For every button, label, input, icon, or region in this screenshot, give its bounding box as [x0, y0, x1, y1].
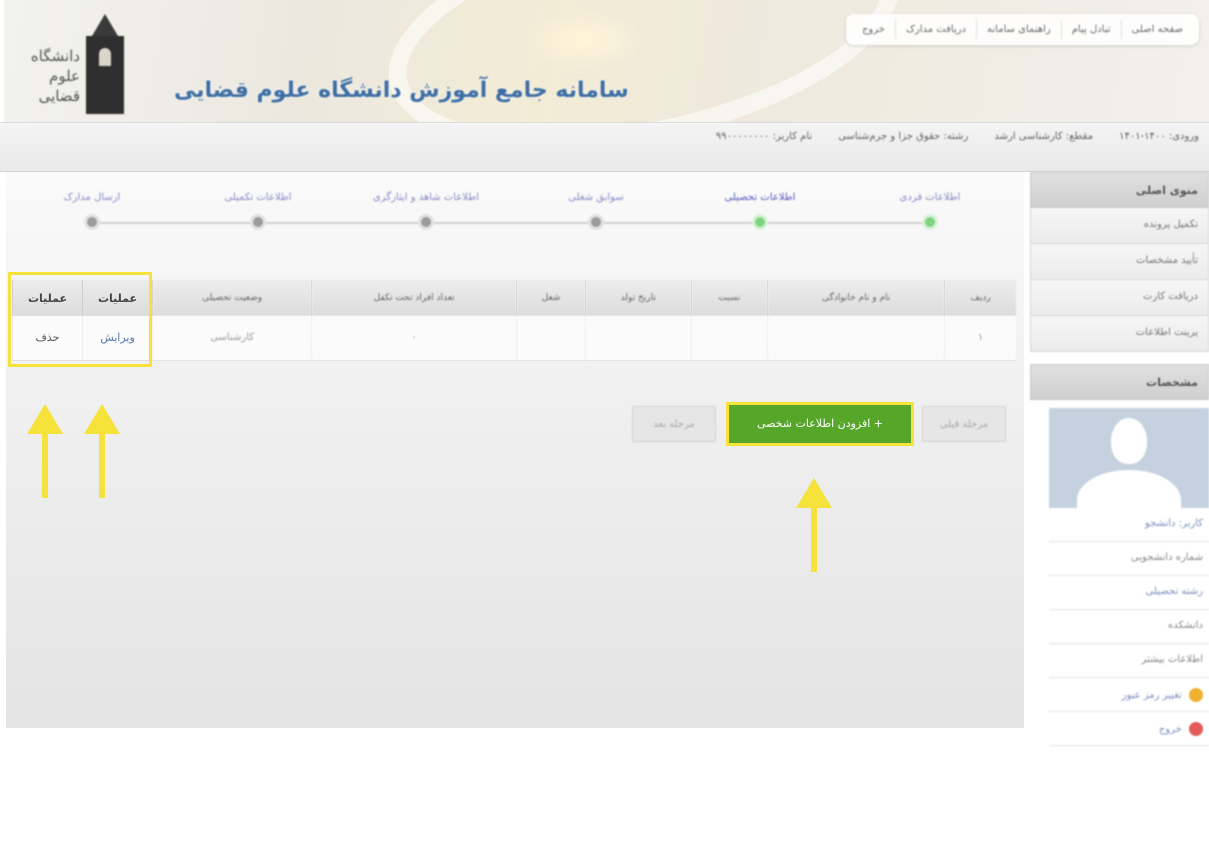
logout-link[interactable]: خروج — [1049, 712, 1209, 746]
sidebar: منوی اصلی تکمیل پرونده تأیید مشخصات دریا… — [1030, 172, 1209, 845]
main-panel: اطلاعات فردی اطلاعات تحصیلی سوابق شغلی ا… — [6, 172, 1024, 728]
table-row: حذف ویرایش کارشناسی ۰ ۱ — [12, 316, 1016, 361]
step-documents[interactable]: ارسال مدارک — [22, 192, 162, 230]
profile-line[interactable]: رشته تحصیلی — [1049, 576, 1209, 610]
profile-line: شماره دانشجویی — [1049, 542, 1209, 576]
sidebar-item[interactable]: تأیید مشخصات — [1030, 244, 1209, 280]
step-jobs[interactable]: سوابق شغلی — [526, 192, 666, 230]
table-header-row: عملیات عملیات وضعیت تحصیلی تعداد افراد ت… — [12, 280, 1016, 316]
profile-line[interactable]: کاربر: دانشجو — [1049, 508, 1209, 542]
step-pending-icon — [588, 214, 604, 230]
info-username: نام کاربر: ۹۹۰۰۰۰۰۰۰۰ — [715, 131, 813, 142]
nav-logout[interactable]: خروج — [852, 20, 895, 39]
add-personal-info-button[interactable]: + افزودن اطلاعات شخصی — [726, 402, 914, 446]
step-complete-icon — [922, 214, 938, 230]
table-cell — [690, 316, 768, 361]
annotation-arrow-icon — [25, 404, 65, 498]
column-header: تعداد افراد تحت تکفل — [311, 280, 517, 316]
registration-stepper: اطلاعات فردی اطلاعات تحصیلی سوابق شغلی ا… — [6, 182, 1024, 242]
logout-icon — [1189, 722, 1203, 736]
column-header: ردیف — [944, 280, 1016, 316]
table-cell — [766, 316, 945, 361]
user-info-bar: نام کاربر: ۹۹۰۰۰۰۰۰۰۰ رشته: حقوق جزا و ج… — [0, 122, 1209, 172]
step-pending-icon — [84, 214, 100, 230]
annotation-arrow-icon — [794, 478, 834, 572]
tower-logo-icon — [82, 14, 128, 114]
avatar — [1049, 408, 1209, 508]
nav-messages[interactable]: تبادل پیام — [1060, 20, 1121, 39]
header: دانشگاه علوم قضایی سامانه جامع آموزش دان… — [4, 0, 1209, 122]
profile-title: مشخصات — [1030, 364, 1209, 400]
nav-help[interactable]: راهنمای سامانه — [976, 20, 1061, 39]
profile-line: اطلاعات بیشتر — [1049, 644, 1209, 678]
sidebar-item[interactable]: پرینت اطلاعات — [1030, 316, 1209, 352]
annotation-arrow-icon — [82, 404, 122, 498]
sidebar-menu-title: منوی اصلی — [1030, 172, 1209, 208]
header-decoration — [366, 0, 922, 122]
info-degree: مقطع: کارشناسی ارشد — [994, 131, 1094, 142]
nav-documents[interactable]: دریافت مدارک — [894, 20, 976, 39]
dependents-table: عملیات عملیات وضعیت تحصیلی تعداد افراد ت… — [12, 280, 1016, 361]
change-password-link[interactable]: تغییر رمز عبور — [1049, 678, 1209, 712]
university-logo[interactable]: دانشگاه علوم قضایی — [14, 6, 134, 118]
sidebar-item[interactable]: دریافت کارت — [1030, 280, 1209, 316]
next-step-button[interactable]: مرحله بعد — [632, 406, 716, 442]
column-header: وضعیت تحصیلی — [151, 280, 312, 316]
logo-text: دانشگاه علوم قضایی — [30, 47, 80, 105]
previous-step-button[interactable]: مرحله قبلی — [922, 406, 1006, 442]
step-pending-icon — [250, 214, 266, 230]
table-cell: کارشناسی — [151, 316, 312, 361]
action-bar: مرحله قبلی + افزودن اطلاعات شخصی مرحله ب… — [632, 402, 1006, 446]
table-cell: ۰ — [311, 316, 517, 361]
header-glow — [524, 10, 644, 70]
table-cell — [585, 316, 691, 361]
table-cell: ۱ — [944, 316, 1016, 361]
key-icon — [1189, 688, 1203, 702]
column-header: تاریخ تولد — [585, 280, 691, 316]
step-personal[interactable]: اطلاعات فردی — [860, 192, 1000, 230]
table-cell — [515, 316, 586, 361]
info-entry: ورودی: ۱۴۰۰-۱۴۰۱ — [1119, 131, 1199, 142]
info-field: رشته: حقوق جزا و جرم‌شناسی — [838, 131, 969, 142]
step-pending-icon — [418, 214, 434, 230]
column-header: نسبت — [690, 280, 768, 316]
sidebar-item[interactable]: تکمیل پرونده — [1030, 208, 1209, 244]
step-extra[interactable]: اطلاعات تکمیلی — [188, 192, 328, 230]
column-header: شغل — [515, 280, 586, 316]
column-header: نام و نام خانوادگی — [766, 280, 945, 316]
site-title: سامانه جامع آموزش دانشگاه علوم قضایی — [174, 78, 629, 103]
step-education[interactable]: اطلاعات تحصیلی — [690, 192, 830, 230]
profile-panel: مشخصات کاربر: دانشجو شماره دانشجویی رشته… — [1030, 364, 1209, 746]
top-navigation: صفحه اصلی تبادل پیام راهنمای سامانه دریا… — [845, 14, 1199, 45]
nav-home[interactable]: صفحه اصلی — [1120, 20, 1193, 39]
step-complete-icon — [752, 214, 768, 230]
operations-highlight-box — [8, 272, 152, 367]
profile-line: دانشکده — [1049, 610, 1209, 644]
step-veteran[interactable]: اطلاعات شاهد و ایثارگری — [356, 192, 496, 230]
